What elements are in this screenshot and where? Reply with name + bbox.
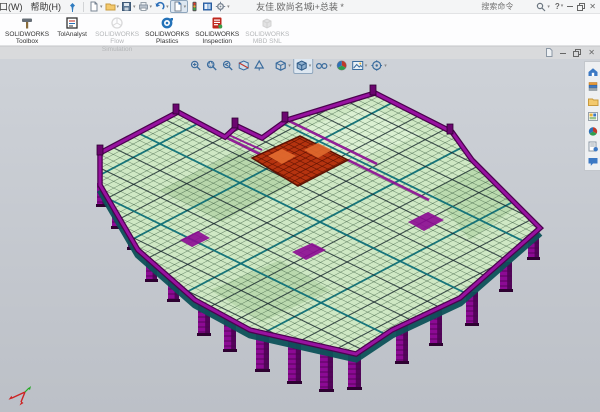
solidworks-resources-tab[interactable] [586, 65, 600, 77]
design-library-tab[interactable] [586, 80, 600, 92]
zoom-to-area-button[interactable] [204, 59, 219, 73]
button-label: Simulation [102, 46, 132, 53]
button-label: Plastics [156, 38, 178, 45]
open-button[interactable]: ▾ [104, 0, 121, 13]
headsup-view-toolbar: ▾ ▾ ▾ ▾ ▾ [188, 59, 388, 74]
chevron-down-icon: ▾ [117, 4, 120, 10]
titlebar: 口(W) 帮助(H) ▾ ▾ ▾ ▾ ▾ ▾ [0, 0, 600, 14]
formwork-assembly-model [0, 59, 600, 412]
document-menu-icon[interactable] [545, 48, 553, 59]
chevron-down-icon: ▾ [329, 63, 332, 69]
chevron-down-icon: ▾ [561, 4, 564, 9]
graphics-viewport[interactable]: ▾ ▾ ▾ ▾ ▾ [0, 59, 600, 412]
chevron-down-icon: ▾ [166, 4, 169, 10]
pin-icon[interactable] [65, 2, 80, 12]
display-style-button[interactable]: ▾ [293, 59, 314, 74]
dynamic-annotation-button[interactable] [252, 59, 267, 73]
solidworks-toolbox-button[interactable]: SOLIDWORKS Toolbox [2, 15, 52, 46]
button-label: SOLIDWORKS [245, 31, 289, 38]
appearances-scenes-decals-tab[interactable] [586, 125, 600, 137]
previous-view-button[interactable] [220, 59, 235, 73]
doc-minimize-button[interactable] [560, 53, 566, 54]
doc-restore-button[interactable] [573, 49, 581, 57]
help-label: ? [555, 3, 560, 11]
chevron-down-icon: ▾ [227, 4, 230, 10]
titlebar-right: ▾ ? ▾ ✕ [475, 0, 600, 13]
menu-help[interactable]: 帮助(H) [27, 0, 66, 13]
document-window-bar: ✕ [0, 46, 600, 59]
chevron-down-icon: ▾ [384, 63, 387, 69]
button-label: Flow [110, 38, 124, 45]
button-label: Toolbox [16, 38, 38, 45]
toolbar-separator [83, 2, 84, 12]
chevron-down-icon: ▾ [184, 4, 187, 10]
close-button[interactable]: ✕ [589, 3, 596, 11]
search-input[interactable] [479, 1, 531, 12]
command-manager: SOLIDWORKS Toolbox TolAnalyst SOLIDWORKS… [0, 14, 600, 46]
restore-button[interactable] [577, 3, 585, 11]
hide-show-items-button[interactable]: ▾ [314, 59, 333, 73]
doc-close-button[interactable]: ✕ [588, 49, 595, 57]
custom-properties-tab[interactable] [586, 140, 600, 152]
new-document-button[interactable]: ▾ [87, 0, 104, 13]
solidworks-forum-tab[interactable] [586, 155, 600, 167]
edit-appearance-button[interactable] [334, 59, 349, 73]
button-label: SOLIDWORKS [5, 31, 49, 38]
section-view-button[interactable] [236, 59, 251, 73]
chevron-down-icon: ▾ [547, 4, 550, 10]
rebuild-button[interactable]: ▾ [170, 0, 189, 13]
button-label: SOLIDWORKS [95, 31, 139, 38]
chevron-down-icon: ▾ [309, 63, 312, 69]
minimize-button[interactable] [567, 6, 573, 7]
plastics-icon [160, 16, 174, 30]
solidworks-flow-simulation-button: SOLIDWORKS Flow Simulation [92, 15, 142, 53]
button-label: TolAnalyst [57, 31, 87, 38]
button-label: Inspection [202, 38, 232, 45]
menu-window[interactable]: 口(W) [0, 0, 27, 13]
view-settings-button[interactable]: ▾ [369, 59, 388, 73]
zoom-to-fit-button[interactable] [188, 59, 203, 73]
tolanalyst-icon [65, 16, 79, 30]
solidworks-inspection-button[interactable]: SOLIDWORKS Inspection [192, 15, 242, 46]
button-label: SOLIDWORKS [145, 31, 189, 38]
chevron-down-icon: ▾ [365, 63, 368, 69]
chevron-down-icon: ▾ [150, 4, 153, 10]
tolanalyst-button[interactable]: TolAnalyst [52, 15, 92, 38]
file-explorer-tab[interactable] [586, 95, 600, 107]
view-orientation-button[interactable]: ▾ [273, 59, 292, 73]
toolbox-icon [20, 16, 34, 30]
view-palette-tab[interactable] [586, 110, 600, 122]
save-button[interactable]: ▾ [120, 0, 137, 13]
mbd-snl-icon [260, 16, 274, 30]
solidworks-mbd-snl-button: SOLIDWORKS MBD SNL [242, 15, 292, 46]
inspection-icon [210, 16, 224, 30]
apply-scene-button[interactable]: ▾ [350, 59, 369, 73]
solidworks-window: 口(W) 帮助(H) ▾ ▾ ▾ ▾ ▾ ▾ [0, 0, 600, 412]
options-gear-button[interactable]: ▾ [214, 0, 231, 13]
chevron-down-icon: ▾ [133, 4, 136, 10]
button-label: MBD SNL [253, 38, 282, 45]
print-button[interactable]: ▾ [137, 0, 154, 13]
window-display-button[interactable] [201, 0, 214, 13]
button-label: SOLIDWORKS [195, 31, 239, 38]
help-button[interactable]: ? ▾ [555, 3, 563, 11]
task-pane-tabs [584, 61, 600, 171]
search-icon[interactable]: ▾ [535, 0, 551, 13]
flow-simulation-icon [110, 16, 124, 30]
solidworks-plastics-button[interactable]: SOLIDWORKS Plastics [142, 15, 192, 46]
chevron-down-icon: ▾ [100, 4, 103, 10]
traffic-light-icon[interactable] [188, 0, 201, 13]
undo-button[interactable]: ▾ [153, 0, 170, 13]
chevron-down-icon: ▾ [288, 63, 291, 69]
reference-triad-icon [4, 385, 34, 407]
